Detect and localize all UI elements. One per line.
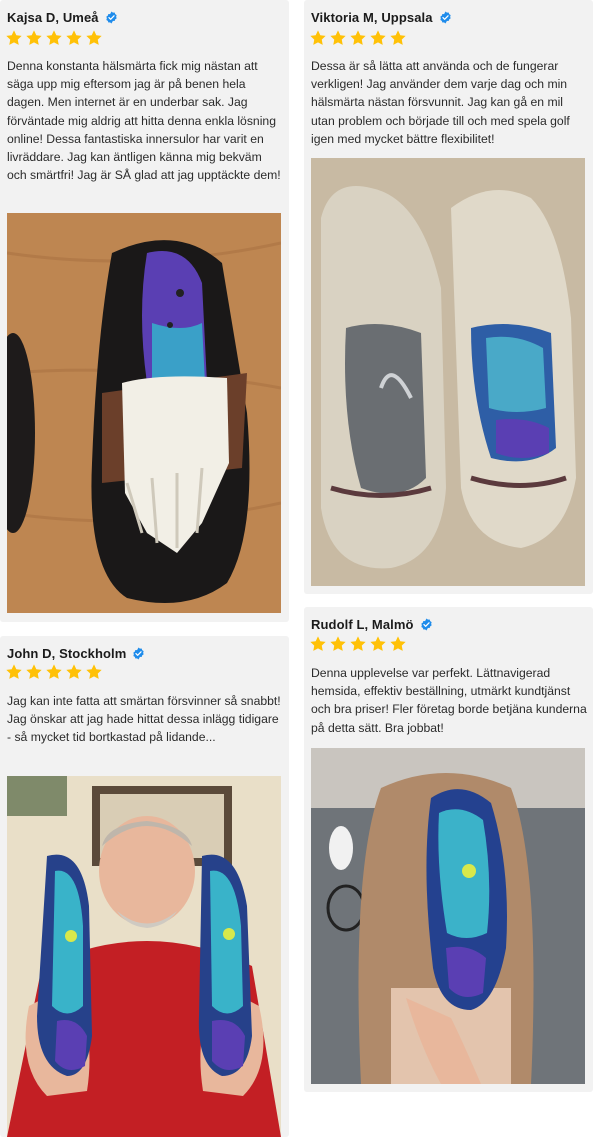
review-card: John D, Stockholm Jag kan inte fatta att…	[0, 636, 289, 1137]
star-icon	[45, 663, 63, 681]
star-icon	[349, 635, 367, 653]
review-header: Rudolf L, Malmö	[311, 617, 433, 632]
verified-check-icon	[105, 11, 118, 24]
star-icon	[369, 29, 387, 47]
star-rating	[309, 635, 407, 653]
star-icon	[389, 635, 407, 653]
review-text: Denna konstanta hälsmärta fick mig nästa…	[7, 59, 281, 183]
star-icon	[25, 29, 43, 47]
star-icon	[65, 29, 83, 47]
star-icon	[329, 635, 347, 653]
reviewer-name: Viktoria M, Uppsala	[311, 10, 433, 25]
verified-check-icon	[132, 647, 145, 660]
star-rating	[309, 29, 407, 47]
verified-check-icon	[439, 11, 452, 24]
review-header: Viktoria M, Uppsala	[311, 10, 452, 25]
star-icon	[329, 29, 347, 47]
star-rating	[5, 29, 103, 47]
star-icon	[389, 29, 407, 47]
star-icon	[369, 635, 387, 653]
star-icon	[309, 29, 327, 47]
star-icon	[85, 29, 103, 47]
reviewer-name: Rudolf L, Malmö	[311, 617, 414, 632]
review-header: John D, Stockholm	[7, 646, 145, 661]
review-photo[interactable]	[311, 748, 585, 1084]
review-text: Dessa är så lätta att använda och de fun…	[311, 59, 570, 146]
star-icon	[5, 663, 23, 681]
star-rating	[5, 663, 103, 681]
star-icon	[349, 29, 367, 47]
review-photo[interactable]	[311, 158, 585, 586]
review-text: Jag kan inte fatta att smärtan försvinne…	[7, 694, 281, 745]
star-icon	[309, 635, 327, 653]
star-icon	[45, 29, 63, 47]
star-icon	[65, 663, 83, 681]
reviewer-name: John D, Stockholm	[7, 646, 127, 661]
star-icon	[5, 29, 23, 47]
review-photo[interactable]	[7, 776, 281, 1137]
review-header: Kajsa D, Umeå	[7, 10, 118, 25]
review-photo[interactable]	[7, 213, 281, 613]
star-icon	[85, 663, 103, 681]
review-card: Viktoria M, Uppsala Dessa är så lätta at…	[304, 0, 593, 594]
reviewer-name: Kajsa D, Umeå	[7, 10, 99, 25]
review-card: Rudolf L, Malmö Denna upplevelse var per…	[304, 607, 593, 1092]
verified-check-icon	[420, 618, 433, 631]
review-card: Kajsa D, Umeå Denna konstanta hälsmärta …	[0, 0, 289, 622]
star-icon	[25, 663, 43, 681]
review-text: Denna upplevelse var perfekt. Lättnavige…	[311, 666, 587, 735]
